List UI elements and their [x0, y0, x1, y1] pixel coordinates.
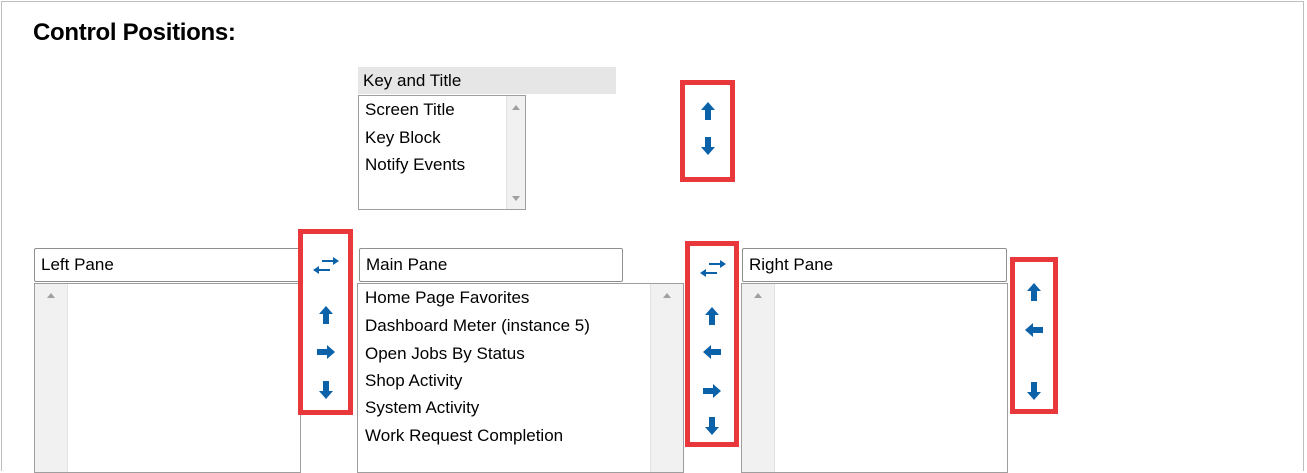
move-down-button[interactable] — [314, 379, 338, 401]
main-pane-input[interactable]: Main Pane — [359, 248, 623, 282]
left-pane-input[interactable]: Left Pane — [34, 248, 301, 282]
move-left-icon — [1025, 323, 1043, 337]
list-item[interactable]: Work Request Completion — [358, 421, 683, 450]
key-title-header: Key and Title — [358, 67, 616, 94]
left-pane-list[interactable] — [34, 283, 301, 473]
list-item[interactable]: Open Jobs By Status — [358, 340, 683, 367]
swap-button[interactable] — [700, 258, 726, 280]
list-item[interactable]: Notify Events — [359, 151, 525, 179]
move-down-icon — [319, 381, 333, 399]
right-pane-input[interactable]: Right Pane — [742, 248, 1007, 282]
scroll-up-icon[interactable] — [512, 105, 520, 110]
scroll-down-icon[interactable] — [512, 196, 520, 201]
move-down-button[interactable] — [1022, 380, 1046, 402]
move-up-icon — [1027, 283, 1041, 301]
move-down-icon — [1027, 382, 1041, 400]
move-right-button[interactable] — [314, 341, 338, 363]
left-pane-buttons-group — [298, 229, 353, 415]
move-left-button[interactable] — [1022, 319, 1046, 341]
list-item[interactable]: Screen Title — [359, 96, 525, 124]
scrollbar[interactable] — [650, 284, 683, 472]
swap-icon — [313, 257, 339, 274]
move-right-icon — [317, 345, 335, 359]
right-pane-buttons-group — [1010, 257, 1058, 414]
move-right-button[interactable] — [700, 380, 724, 402]
list-item[interactable]: Key Block — [359, 124, 525, 152]
move-right-icon — [703, 384, 721, 398]
move-down-icon — [701, 137, 715, 155]
move-up-icon — [319, 306, 333, 324]
right-pane-list[interactable] — [741, 283, 1008, 473]
move-down-button[interactable] — [700, 415, 724, 437]
move-left-icon — [703, 345, 721, 359]
key-title-list[interactable]: Screen Title Key Block Notify Events — [358, 95, 526, 210]
scroll-up-icon[interactable] — [47, 293, 55, 298]
move-up-button[interactable] — [700, 305, 724, 327]
move-up-icon — [701, 102, 715, 120]
scroll-up-icon[interactable] — [663, 293, 671, 298]
key-title-buttons-group — [680, 80, 735, 182]
move-up-button[interactable] — [1022, 281, 1046, 303]
move-left-button[interactable] — [700, 341, 724, 363]
list-item[interactable]: System Activity — [358, 394, 683, 421]
list-item[interactable]: Dashboard Meter (instance 5) — [358, 312, 683, 340]
swap-button[interactable] — [313, 255, 339, 277]
scrollbar[interactable] — [35, 284, 68, 472]
list-item[interactable]: Shop Activity — [358, 367, 683, 394]
scrollbar[interactable] — [742, 284, 775, 472]
move-down-button[interactable] — [696, 135, 720, 157]
main-pane-buttons-group — [685, 241, 739, 447]
swap-icon — [700, 260, 726, 277]
move-up-button[interactable] — [314, 304, 338, 326]
scroll-up-icon[interactable] — [754, 293, 762, 298]
main-pane-list[interactable]: Home Page Favorites Dashboard Meter (ins… — [357, 283, 684, 473]
move-up-button[interactable] — [696, 100, 720, 122]
page-title: Control Positions: — [33, 19, 236, 46]
move-down-icon — [705, 417, 719, 435]
list-item[interactable]: Home Page Favorites — [358, 284, 683, 312]
move-up-icon — [705, 307, 719, 325]
scrollbar[interactable] — [506, 96, 525, 209]
